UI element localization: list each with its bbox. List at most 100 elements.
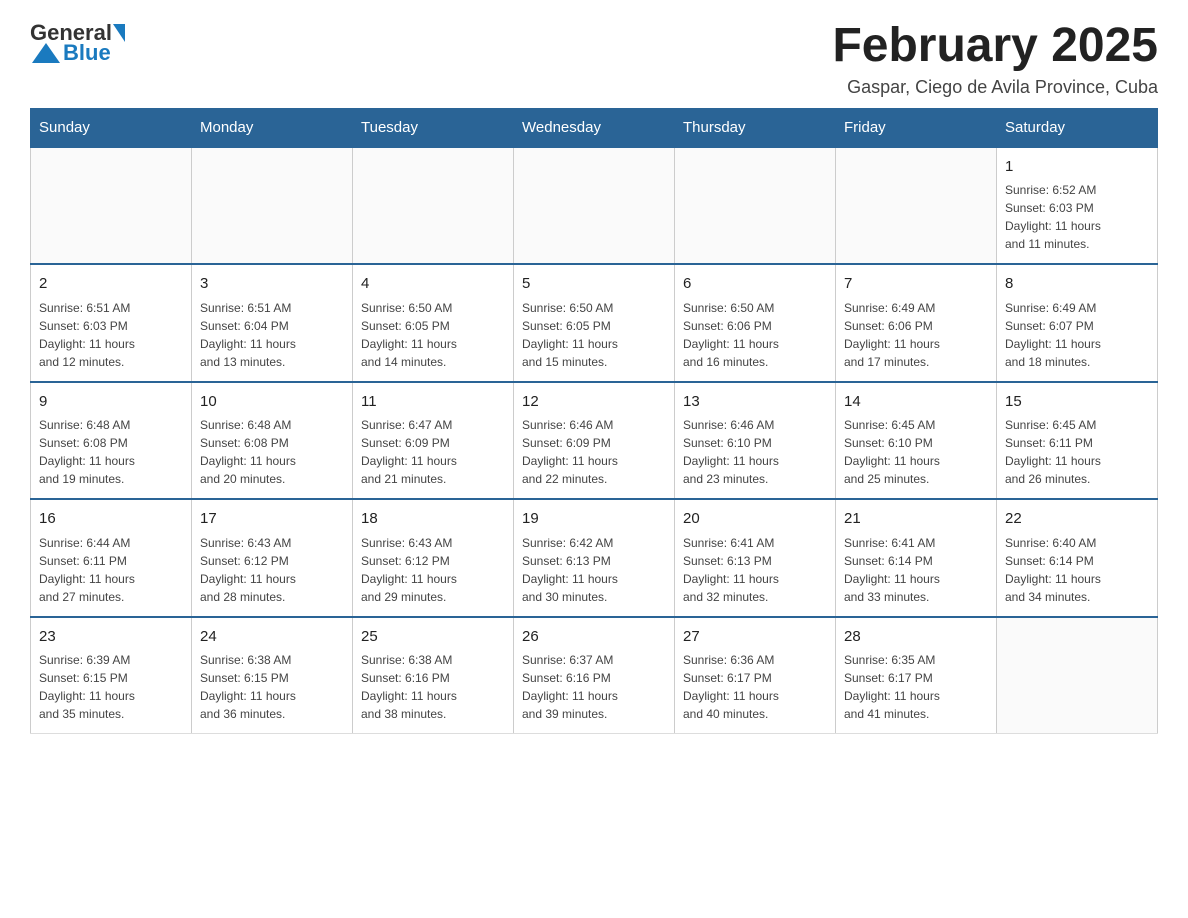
calendar-cell	[353, 147, 514, 265]
day-number: 23	[39, 626, 183, 649]
day-info: Sunrise: 6:48 AM Sunset: 6:08 PM Dayligh…	[200, 416, 344, 488]
calendar-cell: 6 Sunrise: 6:50 AM Sunset: 6:06 PM Daylig…	[675, 264, 836, 382]
calendar-cell: 22 Sunrise: 6:40 AM Sunset: 6:14 PM Dayli…	[997, 499, 1158, 617]
calendar-week-row: 16 Sunrise: 6:44 AM Sunset: 6:11 PM Dayli…	[31, 499, 1158, 617]
calendar-cell	[836, 147, 997, 265]
day-number: 14	[844, 391, 988, 414]
weekday-header-sunday: Sunday	[31, 108, 192, 147]
day-info: Sunrise: 6:41 AM Sunset: 6:13 PM Dayligh…	[683, 534, 827, 606]
calendar-week-row: 23Sunrise: 6:39 AM Sunset: 6:15 PM Dayli…	[31, 617, 1158, 734]
weekday-header-friday: Friday	[836, 108, 997, 147]
calendar-week-row: 1Sunrise: 6:52 AM Sunset: 6:03 PM Daylig…	[31, 147, 1158, 265]
day-number: 11	[361, 391, 505, 414]
calendar-cell: 21 Sunrise: 6:41 AM Sunset: 6:14 PM Dayli…	[836, 499, 997, 617]
day-info: Sunrise: 6:43 AM Sunset: 6:12 PM Dayligh…	[361, 534, 505, 606]
day-info: Sunrise: 6:52 AM Sunset: 6:03 PM Dayligh…	[1005, 181, 1149, 253]
day-info: Sunrise: 6:38 AM Sunset: 6:16 PM Dayligh…	[361, 651, 505, 723]
calendar-cell: 7 Sunrise: 6:49 AM Sunset: 6:06 PM Daylig…	[836, 264, 997, 382]
day-number: 19	[522, 508, 666, 531]
day-info: Sunrise: 6:45 AM Sunset: 6:11 PM Dayligh…	[1005, 416, 1149, 488]
calendar-cell	[675, 147, 836, 265]
day-info: Sunrise: 6:49 AM Sunset: 6:06 PM Dayligh…	[844, 299, 988, 371]
day-info: Sunrise: 6:37 AM Sunset: 6:16 PM Dayligh…	[522, 651, 666, 723]
day-info: Sunrise: 6:47 AM Sunset: 6:09 PM Dayligh…	[361, 416, 505, 488]
day-info: Sunrise: 6:49 AM Sunset: 6:07 PM Dayligh…	[1005, 299, 1149, 371]
day-number: 12	[522, 391, 666, 414]
calendar-cell: 10Sunrise: 6:48 AM Sunset: 6:08 PM Dayli…	[192, 382, 353, 500]
title-section: February 2025 Gaspar, Ciego de Avila Pro…	[832, 20, 1158, 98]
day-info: Sunrise: 6:51 AM Sunset: 6:03 PM Dayligh…	[39, 299, 183, 371]
day-number: 9	[39, 391, 183, 414]
day-number: 6	[683, 273, 827, 296]
calendar-cell	[192, 147, 353, 265]
day-info: Sunrise: 6:51 AM Sunset: 6:04 PM Dayligh…	[200, 299, 344, 371]
day-number: 27	[683, 626, 827, 649]
day-number: 4	[361, 273, 505, 296]
day-number: 24	[200, 626, 344, 649]
calendar-cell: 13Sunrise: 6:46 AM Sunset: 6:10 PM Dayli…	[675, 382, 836, 500]
day-number: 16	[39, 508, 183, 531]
weekday-header-thursday: Thursday	[675, 108, 836, 147]
day-number: 22	[1005, 508, 1149, 531]
calendar-week-row: 2 Sunrise: 6:51 AM Sunset: 6:03 PM Daylig…	[31, 264, 1158, 382]
day-info: Sunrise: 6:45 AM Sunset: 6:10 PM Dayligh…	[844, 416, 988, 488]
day-number: 18	[361, 508, 505, 531]
day-number: 17	[200, 508, 344, 531]
calendar-cell: 17 Sunrise: 6:43 AM Sunset: 6:12 PM Dayli…	[192, 499, 353, 617]
month-title: February 2025	[832, 20, 1158, 73]
day-info: Sunrise: 6:40 AM Sunset: 6:14 PM Dayligh…	[1005, 534, 1149, 606]
location-subtitle: Gaspar, Ciego de Avila Province, Cuba	[832, 77, 1158, 98]
day-number: 7	[844, 273, 988, 296]
day-info: Sunrise: 6:36 AM Sunset: 6:17 PM Dayligh…	[683, 651, 827, 723]
calendar-cell: 12Sunrise: 6:46 AM Sunset: 6:09 PM Dayli…	[514, 382, 675, 500]
calendar-cell: 1Sunrise: 6:52 AM Sunset: 6:03 PM Daylig…	[997, 147, 1158, 265]
day-number: 26	[522, 626, 666, 649]
weekday-header-wednesday: Wednesday	[514, 108, 675, 147]
day-info: Sunrise: 6:46 AM Sunset: 6:09 PM Dayligh…	[522, 416, 666, 488]
day-number: 2	[39, 273, 183, 296]
day-info: Sunrise: 6:35 AM Sunset: 6:17 PM Dayligh…	[844, 651, 988, 723]
calendar-cell: 2 Sunrise: 6:51 AM Sunset: 6:03 PM Daylig…	[31, 264, 192, 382]
day-info: Sunrise: 6:38 AM Sunset: 6:15 PM Dayligh…	[200, 651, 344, 723]
calendar-cell: 27Sunrise: 6:36 AM Sunset: 6:17 PM Dayli…	[675, 617, 836, 734]
calendar-cell: 16 Sunrise: 6:44 AM Sunset: 6:11 PM Dayli…	[31, 499, 192, 617]
day-number: 3	[200, 273, 344, 296]
day-info: Sunrise: 6:42 AM Sunset: 6:13 PM Dayligh…	[522, 534, 666, 606]
day-info: Sunrise: 6:46 AM Sunset: 6:10 PM Dayligh…	[683, 416, 827, 488]
day-number: 15	[1005, 391, 1149, 414]
logo: General Blue	[30, 20, 126, 66]
calendar-cell: 25Sunrise: 6:38 AM Sunset: 6:16 PM Dayli…	[353, 617, 514, 734]
logo-blue-text: Blue	[63, 40, 111, 66]
calendar-cell: 14Sunrise: 6:45 AM Sunset: 6:10 PM Dayli…	[836, 382, 997, 500]
calendar-cell	[997, 617, 1158, 734]
day-info: Sunrise: 6:50 AM Sunset: 6:06 PM Dayligh…	[683, 299, 827, 371]
day-number: 21	[844, 508, 988, 531]
calendar-cell: 8 Sunrise: 6:49 AM Sunset: 6:07 PM Daylig…	[997, 264, 1158, 382]
calendar-cell: 9Sunrise: 6:48 AM Sunset: 6:08 PM Daylig…	[31, 382, 192, 500]
logo-triangle-icon	[32, 43, 60, 63]
day-number: 13	[683, 391, 827, 414]
calendar-cell: 19 Sunrise: 6:42 AM Sunset: 6:13 PM Dayli…	[514, 499, 675, 617]
calendar-week-row: 9 Sunrise: 6:48 AM Sunset: 6:08 PM Daylig…	[31, 382, 1158, 500]
weekday-header-monday: Monday	[192, 108, 353, 147]
day-number: 25	[361, 626, 505, 649]
calendar-cell	[31, 147, 192, 265]
day-number: 10	[200, 391, 344, 414]
day-info: Sunrise: 6:50 AM Sunset: 6:05 PM Dayligh…	[522, 299, 666, 371]
calendar-cell: 24Sunrise: 6:38 AM Sunset: 6:15 PM Dayli…	[192, 617, 353, 734]
day-number: 8	[1005, 273, 1149, 296]
day-info: Sunrise: 6:39 AM Sunset: 6:15 PM Dayligh…	[39, 651, 183, 723]
day-info: Sunrise: 6:41 AM Sunset: 6:14 PM Dayligh…	[844, 534, 988, 606]
calendar-header-row: SundayMondayTuesdayWednesdayThursdayFrid…	[31, 108, 1158, 147]
day-number: 20	[683, 508, 827, 531]
calendar-cell: 11Sunrise: 6:47 AM Sunset: 6:09 PM Dayli…	[353, 382, 514, 500]
calendar-cell	[514, 147, 675, 265]
day-info: Sunrise: 6:43 AM Sunset: 6:12 PM Dayligh…	[200, 534, 344, 606]
calendar-cell: 23Sunrise: 6:39 AM Sunset: 6:15 PM Dayli…	[31, 617, 192, 734]
weekday-header-saturday: Saturday	[997, 108, 1158, 147]
day-number: 5	[522, 273, 666, 296]
calendar-cell: 5 Sunrise: 6:50 AM Sunset: 6:05 PM Daylig…	[514, 264, 675, 382]
calendar-table: SundayMondayTuesdayWednesdayThursdayFrid…	[30, 108, 1158, 735]
calendar-cell: 28Sunrise: 6:35 AM Sunset: 6:17 PM Dayli…	[836, 617, 997, 734]
day-info: Sunrise: 6:44 AM Sunset: 6:11 PM Dayligh…	[39, 534, 183, 606]
